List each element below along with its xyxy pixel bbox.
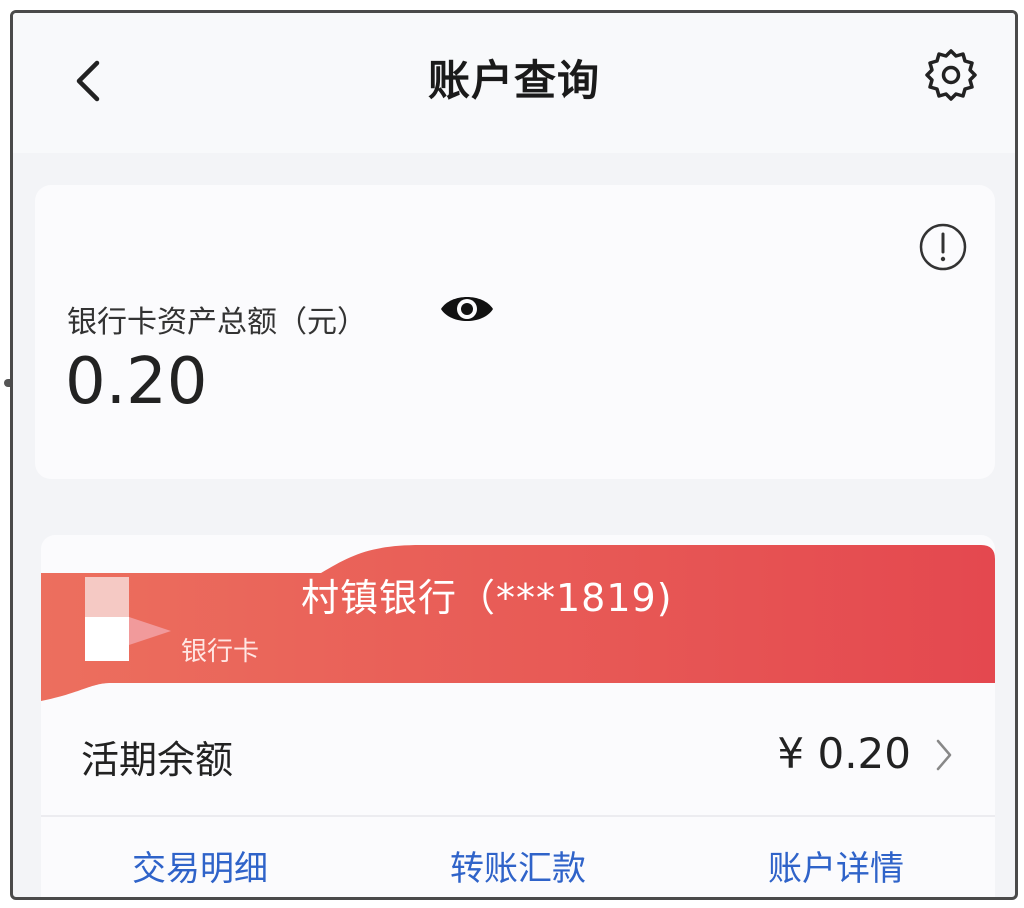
current-balance-value: ¥ 0.20 (777, 729, 911, 778)
bank-card: 村镇银行（***1819) 银行卡 活期余额 ¥ 0.20 交易明细 转账汇款 … (41, 535, 995, 897)
top-bar: 账户查询 (13, 13, 1015, 153)
chevron-right-icon (929, 735, 959, 775)
total-assets-label: 银行卡资产总额（元） (67, 305, 367, 340)
info-button[interactable] (917, 221, 969, 273)
eye-icon (441, 297, 493, 321)
settings-button[interactable] (919, 43, 983, 107)
current-balance-row[interactable]: 活期余额 ¥ 0.20 (41, 701, 995, 813)
info-icon (919, 223, 967, 271)
toggle-visibility-button[interactable] (437, 285, 497, 333)
page-title: 账户查询 (427, 56, 600, 105)
transfer-button[interactable]: 转账汇款 (359, 841, 677, 890)
bank-name: 村镇银行（***1819) (301, 576, 673, 620)
current-balance-label: 活期余额 (81, 738, 234, 782)
app-window: 账户查询 银行卡资产总额（元） 0.20 村镇银行（***1819) 银行卡 活… (10, 10, 1018, 900)
total-assets-value: 0.20 (65, 345, 208, 419)
asset-summary-card: 银行卡资产总额（元） 0.20 (35, 185, 995, 479)
account-details-button[interactable]: 账户详情 (677, 841, 995, 890)
gear-icon (925, 49, 977, 101)
card-type-label: 银行卡 (181, 637, 260, 667)
card-actions: 交易明细 转账汇款 账户详情 (41, 817, 995, 897)
transaction-details-button[interactable]: 交易明细 (41, 841, 359, 890)
